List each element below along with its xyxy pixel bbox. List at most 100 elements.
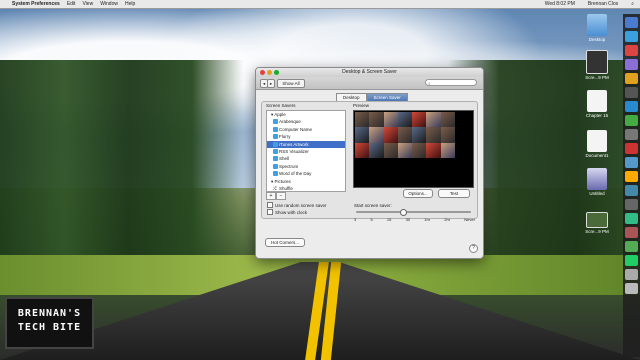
list-item[interactable]: RSS Visualizer — [267, 148, 345, 155]
screen-saver-icon — [273, 141, 278, 147]
zoom-icon[interactable] — [274, 70, 279, 75]
list-item-label: Shell — [279, 156, 290, 162]
desktop-icon-chapter[interactable]: Chapter 15 — [582, 90, 612, 118]
hot-corners-button[interactable]: Hot Corners... — [265, 238, 305, 247]
system-preferences-icon[interactable] — [625, 129, 638, 140]
screen-saver-icon — [273, 171, 278, 177]
trash-icon[interactable] — [625, 283, 638, 294]
menu-clock[interactable]: Wed 8:02 PM — [545, 1, 575, 7]
checkbox-box[interactable] — [267, 202, 273, 208]
menu-user[interactable]: Brennan Clos — [588, 1, 618, 7]
list-add-remove: + − — [266, 192, 286, 200]
window-titlebar[interactable]: Desktop & Screen Saver — [256, 68, 483, 77]
slider-knob[interactable] — [400, 209, 407, 216]
list-item[interactable]: Arabesque — [267, 118, 345, 125]
list-item-label: Word of the Day — [279, 171, 312, 177]
add-button[interactable]: + — [266, 192, 276, 200]
itunes-artwork-mosaic — [355, 112, 455, 158]
desktop-icon-screenshot-2[interactable]: Scre...9 PM — [582, 212, 612, 234]
help-button[interactable]: ? — [469, 244, 478, 253]
list-group-apple[interactable]: ▾ Apple — [267, 111, 345, 118]
pages-icon[interactable] — [625, 171, 638, 182]
window-title: Desktop & Screen Saver — [342, 69, 397, 75]
facetime-icon[interactable] — [625, 115, 638, 126]
minimize-icon[interactable] — [267, 70, 272, 75]
show-all-button[interactable]: Show All — [277, 79, 305, 88]
test-button[interactable]: Test — [438, 189, 470, 198]
folder-icon — [587, 14, 607, 36]
list-group-pictures[interactable]: ▾ Pictures — [267, 178, 345, 185]
brand-line-1: BRENNAN'S — [17, 308, 82, 319]
screen-saver-panel: Screen Savers ▾ Apple Arabesque Computer… — [261, 101, 478, 222]
menu-edit[interactable]: Edit — [67, 1, 76, 7]
list-item[interactable]: Word of the Day — [267, 170, 345, 177]
list-item-label: Spectrum — [279, 163, 299, 169]
list-item-label: Flurry — [279, 134, 291, 140]
spotlight-icon[interactable]: ⌕ — [631, 1, 634, 7]
photo-booth-icon[interactable] — [625, 143, 638, 154]
downloads-stack-icon[interactable] — [625, 269, 638, 280]
photos-icon[interactable] — [625, 73, 638, 84]
image-icon — [586, 50, 608, 74]
desktop-icon-label: Chapter 15 — [585, 113, 609, 118]
desktop-icon-untitled[interactable]: Untitled — [582, 168, 612, 196]
itunes-store-icon[interactable] — [625, 227, 638, 238]
tick-label: 5 — [370, 217, 373, 222]
start-screen-saver-label: Start screen saver: — [354, 203, 392, 208]
remove-button[interactable]: − — [276, 192, 286, 200]
numbers-icon[interactable] — [625, 213, 638, 224]
list-item[interactable]: Shell — [267, 155, 345, 162]
forward-button[interactable]: ▸ — [267, 79, 275, 88]
terminal-icon[interactable] — [625, 199, 638, 210]
list-item-label: Computer Name — [279, 126, 313, 132]
search-input[interactable]: ⌕ — [425, 79, 477, 86]
list-item[interactable]: Flurry — [267, 133, 345, 140]
list-item-label: iTunes Artwork — [279, 141, 309, 147]
desktop-icon-label: Desktop — [588, 37, 606, 42]
close-icon[interactable] — [260, 70, 265, 75]
start-screen-saver-slider[interactable] — [356, 209, 471, 216]
itunes-icon[interactable] — [625, 59, 638, 70]
desktop-icon-folder[interactable]: Desktop — [582, 14, 612, 42]
desktop-screen-saver-window: Desktop & Screen Saver ◂ ▸ Show All ⌕ De… — [255, 67, 484, 259]
list-group-label: Apple — [274, 112, 286, 117]
desktop-icon-label: Document1 — [585, 153, 609, 158]
list-item-label: RSS Visualizer — [279, 148, 309, 154]
checkbox-box[interactable] — [267, 209, 273, 215]
preview-label: Preview — [353, 103, 370, 108]
show-clock-checkbox[interactable]: Show with clock — [267, 209, 307, 215]
screen-savers-label: Screen Savers — [266, 103, 296, 108]
window-controls — [260, 70, 279, 75]
options-button[interactable]: Options... — [403, 189, 433, 198]
menu-window[interactable]: Window — [100, 1, 118, 7]
desktop-icon-label: Scre...9 PM — [585, 75, 609, 80]
app-store-icon[interactable] — [625, 101, 638, 112]
screen-saver-icon — [273, 156, 278, 162]
twitter-icon[interactable] — [625, 157, 638, 168]
menu-view[interactable]: View — [82, 1, 93, 7]
list-item[interactable]: ⤮ Shuffle — [267, 185, 345, 191]
screen-saver-list[interactable]: ▾ Apple Arabesque Computer Name Flurry i… — [266, 110, 346, 192]
calendar-icon[interactable] — [625, 87, 638, 98]
list-item[interactable]: Computer Name — [267, 126, 345, 133]
finder-icon[interactable] — [625, 17, 638, 28]
desktop-icon-document1[interactable]: Document1 — [582, 130, 612, 158]
list-item-label: Shuffle — [279, 185, 293, 191]
search-icon: ⌕ — [428, 81, 431, 86]
list-item[interactable]: Spectrum — [267, 163, 345, 170]
use-random-checkbox[interactable]: Use random screen saver — [267, 202, 327, 208]
evernote-icon[interactable] — [625, 255, 638, 266]
desktop-icon-screenshot-1[interactable]: Scre...9 PM — [582, 50, 612, 80]
document-icon — [587, 90, 607, 112]
menu-app-name[interactable]: System Preferences — [12, 1, 60, 7]
screen-saver-preview — [353, 110, 474, 188]
messages-icon[interactable] — [625, 241, 638, 252]
image-icon — [586, 212, 608, 228]
tick-label: 15 — [386, 217, 392, 222]
list-item-selected[interactable]: iTunes Artwork — [267, 140, 345, 148]
safari-icon[interactable] — [625, 31, 638, 42]
chrome-icon[interactable] — [625, 45, 638, 56]
menu-help[interactable]: Help — [125, 1, 135, 7]
document-icon — [587, 168, 607, 190]
mail-icon[interactable] — [625, 185, 638, 196]
